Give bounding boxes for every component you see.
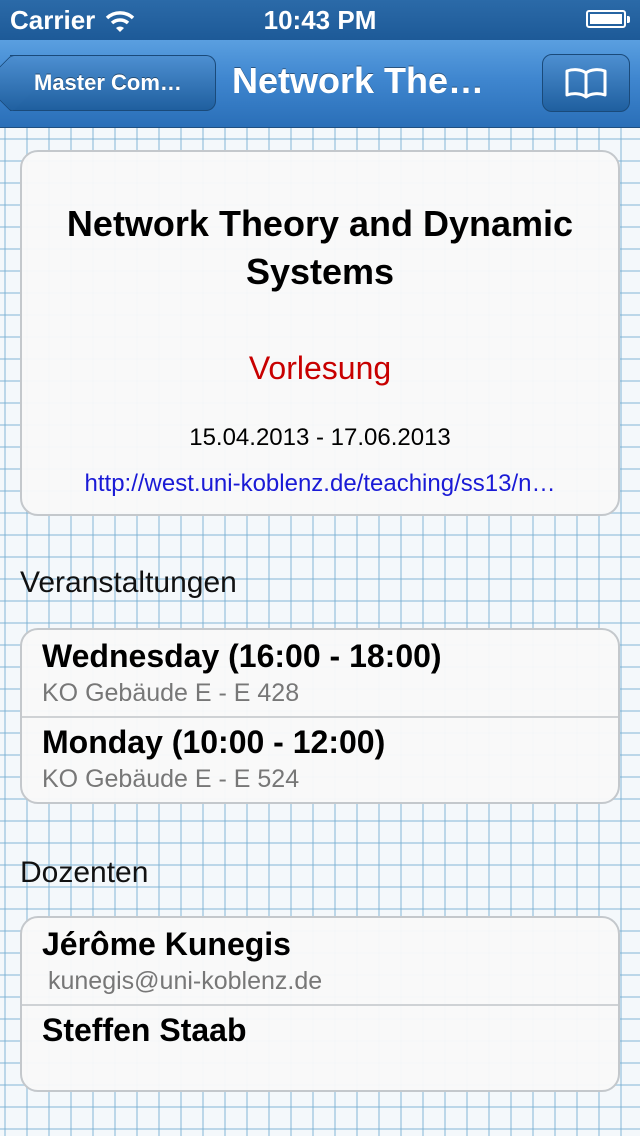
status-bar: Carrier 10:43 PM	[0, 0, 640, 40]
event-room: KO Gebäude E - E 524	[42, 765, 300, 793]
status-time: 10:43 PM	[263, 5, 377, 35]
navigation-bar: Master Com… Network The…	[0, 40, 640, 128]
event-room: KO Gebäude E - E 428	[42, 679, 300, 707]
book-icon	[565, 68, 607, 99]
event-time: Wednesday (16:00 - 18:00)	[42, 638, 442, 674]
row-divider	[22, 1004, 618, 1006]
page-title: Network The…	[232, 60, 485, 101]
course-link[interactable]: http://west.uni-koblenz.de/teaching/ss13…	[38, 470, 602, 498]
lecturer-row[interactable]: Jérôme Kunegis kunegis@uni-koblenz.de	[22, 926, 618, 996]
lecturer-name: Jérôme Kunegis	[42, 926, 291, 962]
lecturer-row[interactable]: Steffen Staab	[22, 1012, 618, 1049]
section-header-dozenten: Dozenten	[20, 856, 149, 889]
lecturer-name: Steffen Staab	[42, 1012, 247, 1048]
course-dates: 15.04.2013 - 17.06.2013	[189, 424, 451, 451]
lecturer-email[interactable]: kunegis@uni-koblenz.de	[42, 967, 618, 996]
event-row[interactable]: Monday (10:00 - 12:00) KO Gebäude E - E …	[22, 724, 618, 794]
back-button[interactable]: Master Com…	[10, 55, 216, 111]
bookmark-button[interactable]	[542, 54, 630, 112]
course-type: Vorlesung	[248, 350, 392, 386]
course-info-card: Network Theory and Dynamic Systems Vorle…	[20, 150, 620, 516]
battery-icon	[586, 10, 630, 28]
lecturers-list: Jérôme Kunegis kunegis@uni-koblenz.de St…	[20, 916, 620, 1092]
row-divider	[22, 716, 618, 718]
back-button-label: Master Com…	[34, 70, 182, 95]
course-title: Network Theory and Dynamic Systems	[66, 203, 574, 292]
event-time: Monday (10:00 - 12:00)	[42, 724, 386, 760]
section-header-veranstaltungen: Veranstaltungen	[20, 566, 237, 599]
events-list: Wednesday (16:00 - 18:00) KO Gebäude E -…	[20, 628, 620, 804]
event-row[interactable]: Wednesday (16:00 - 18:00) KO Gebäude E -…	[22, 638, 618, 708]
